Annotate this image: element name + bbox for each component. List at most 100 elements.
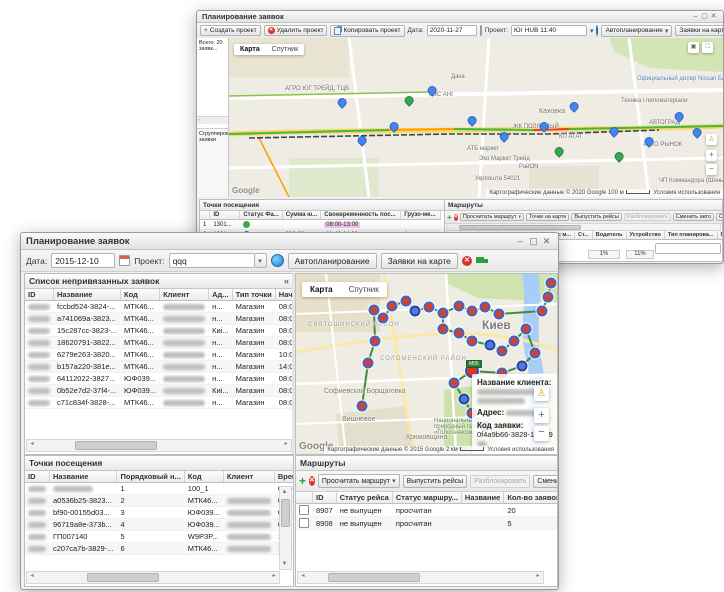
remove-route-icon[interactable]: ✕ — [454, 214, 458, 221]
route-point-marker[interactable] — [370, 336, 381, 347]
column-header[interactable]: Клиент — [224, 471, 275, 483]
fg-terms-link[interactable]: Условия использования — [487, 447, 554, 453]
remove-route-icon[interactable]: ✕ — [309, 476, 315, 486]
route-point-marker[interactable] — [543, 292, 554, 303]
fg-pegman-control[interactable]: ♙ — [534, 386, 549, 401]
bg-date-input[interactable] — [427, 25, 477, 36]
column-header[interactable]: Ад... — [209, 289, 232, 301]
column-header[interactable]: Ст... — [575, 231, 593, 240]
fullscreen-icon[interactable]: ⛶ — [702, 42, 713, 53]
column-header[interactable]: Грузо-места — [718, 231, 722, 240]
layers-toggle-icon[interactable]: ▣ — [688, 42, 699, 53]
table-row[interactable]: b157a220-381e...МТК46...н...Магазин14:00… — [25, 361, 293, 373]
table-row[interactable]: 11301...08:00-13:00 — [200, 220, 441, 230]
route-point-marker[interactable] — [410, 306, 421, 317]
fg-minimize-button[interactable]: – — [514, 237, 527, 246]
route-point-marker[interactable] — [438, 324, 449, 335]
route-point-marker[interactable] — [467, 306, 478, 317]
route-point-marker[interactable] — [438, 308, 449, 319]
column-header[interactable]: ID — [25, 289, 54, 301]
route-point-marker[interactable] — [530, 348, 541, 359]
table-row[interactable]: 15c287cc-3823-...МТК46...Киі...Магазин08… — [25, 325, 293, 337]
collapse-panel-icon[interactable]: « — [284, 277, 289, 286]
bg-terms-link[interactable]: Условия использования — [653, 190, 720, 196]
bg-satellite-button[interactable]: Спутник — [266, 44, 304, 55]
fg-satellite-button[interactable]: Спутник — [341, 282, 387, 297]
table-row[interactable]: 18620791-3822...МТК46...н...Магазин08:00… — [25, 337, 293, 349]
column-header[interactable]: Начало работ — [276, 289, 293, 301]
route-point-marker[interactable] — [357, 401, 368, 412]
column-header[interactable]: Тип точки — [233, 289, 276, 301]
column-header[interactable]: ID — [313, 492, 337, 504]
table-row[interactable]: c71c834f-3828-...МТК46...н...Магазин08:0… — [25, 397, 293, 409]
fg-maximize-button[interactable]: ▢ — [527, 237, 540, 246]
chevron-down-icon[interactable]: ▾ — [590, 27, 594, 35]
column-header[interactable]: Водитель — [593, 231, 627, 240]
map-pin-icon[interactable] — [553, 145, 566, 158]
route-point-marker[interactable] — [387, 301, 398, 312]
change-auto-button[interactable]: Сменить авто — [533, 475, 557, 488]
column-header[interactable]: Своевременность пос... — [321, 211, 401, 220]
volume-filter-input[interactable] — [655, 243, 721, 254]
route-point-marker[interactable] — [467, 336, 478, 347]
column-header[interactable]: Код — [121, 289, 160, 301]
map-pin-icon[interactable] — [466, 114, 479, 127]
fg-calendar-icon[interactable] — [119, 255, 130, 266]
calc-route-button[interactable]: Просчитать маршрут▾ — [318, 474, 400, 488]
bg-group-orders-panel[interactable]: Сгруппировать заявки — [197, 129, 228, 197]
orders-hscrollbar[interactable]: ◂▸ — [26, 439, 292, 452]
column-header[interactable]: Клиент — [160, 289, 209, 301]
route-point-marker[interactable] — [485, 340, 496, 351]
route-point-marker[interactable] — [494, 309, 505, 320]
bg-map-button[interactable]: Карта — [234, 44, 266, 55]
calendar-icon[interactable] — [480, 25, 482, 36]
bg-close-button[interactable]: ✕ — [709, 13, 718, 20]
table-row[interactable]: 8907не выпущенпросчитан20SGU_TST1 ( — [296, 504, 557, 517]
table-row[interactable]: a741069a-3823...МТК46...н...Магазин08:00… — [25, 313, 293, 325]
fg-refresh-globe-button[interactable] — [271, 254, 284, 267]
column-header[interactable]: Кол-во заявок — [504, 492, 557, 504]
table-row[interactable]: c207ca7b-3829-...6МТК46...10:23:051 — [25, 543, 293, 555]
bg-pegman-control[interactable]: ♙ — [706, 134, 717, 145]
table-row[interactable]: 96719a8e-373b...4ЮФ039...09:59:231 — [25, 519, 293, 531]
route-point-marker[interactable] — [459, 394, 470, 405]
fg-zoom-out-button[interactable]: − — [534, 426, 549, 441]
map-pin-icon[interactable] — [643, 135, 656, 148]
table-row[interactable]: fccbd524-3824-...МТК46...н...Магазин08:0… — [25, 301, 293, 313]
route-point-marker[interactable] — [378, 313, 389, 324]
route-point-marker[interactable] — [454, 328, 465, 339]
bg-maximize-button[interactable]: ▢ — [700, 13, 709, 20]
column-header[interactable]: Грузо-ме... — [401, 211, 441, 220]
route-point-marker[interactable] — [517, 361, 528, 372]
table-row[interactable]: bf90-00155d03...3ЮФ039...09:48:190 — [25, 507, 293, 519]
map-pin-icon[interactable] — [403, 94, 416, 107]
table-row[interactable]: 8908не выпущенпросчитан5SGU_TST2 ( — [296, 517, 557, 530]
column-header[interactable]: Устройство — [627, 231, 665, 240]
table-row[interactable]: a0536b25-3823...2МТК46...09:35:440 — [25, 495, 293, 507]
fg-autoplan-button[interactable]: Автопланирование — [288, 253, 377, 269]
map-pin-icon[interactable] — [538, 120, 551, 133]
column-header[interactable]: Название — [54, 289, 121, 301]
route-point-marker[interactable] — [497, 346, 508, 357]
add-route-icon[interactable]: + — [447, 213, 452, 222]
fg-map-button[interactable]: Карта — [302, 282, 341, 297]
fg-cancel-button[interactable]: ✕ — [462, 256, 472, 266]
column-header[interactable]: Статус рейса — [337, 492, 393, 504]
fg-close-button[interactable]: ✕ — [540, 237, 553, 246]
column-header[interactable]: Порядковый н... — [117, 471, 184, 483]
fg-truck-button[interactable] — [476, 257, 488, 265]
fg-date-input[interactable] — [51, 253, 115, 268]
add-route-icon[interactable]: + — [299, 474, 306, 488]
fg-titlebar[interactable]: Планирование заявок – ▢ ✕ — [21, 233, 558, 250]
route-point-marker[interactable] — [424, 302, 435, 313]
route-point-marker[interactable] — [454, 301, 465, 312]
column-header[interactable]: ID — [210, 211, 240, 220]
visits-vscrollbar[interactable]: ▲▼ — [279, 486, 292, 570]
column-header[interactable] — [296, 492, 313, 504]
map-pin-icon[interactable] — [673, 110, 686, 123]
column-header[interactable]: ID — [25, 471, 50, 483]
table-row[interactable]: ГП0071405W9P3P...10:18:541 — [25, 531, 293, 543]
row-checkbox[interactable] — [299, 518, 309, 528]
column-header[interactable]: Код — [185, 471, 224, 483]
unlock-button[interactable]: Разблокировать — [470, 475, 530, 488]
